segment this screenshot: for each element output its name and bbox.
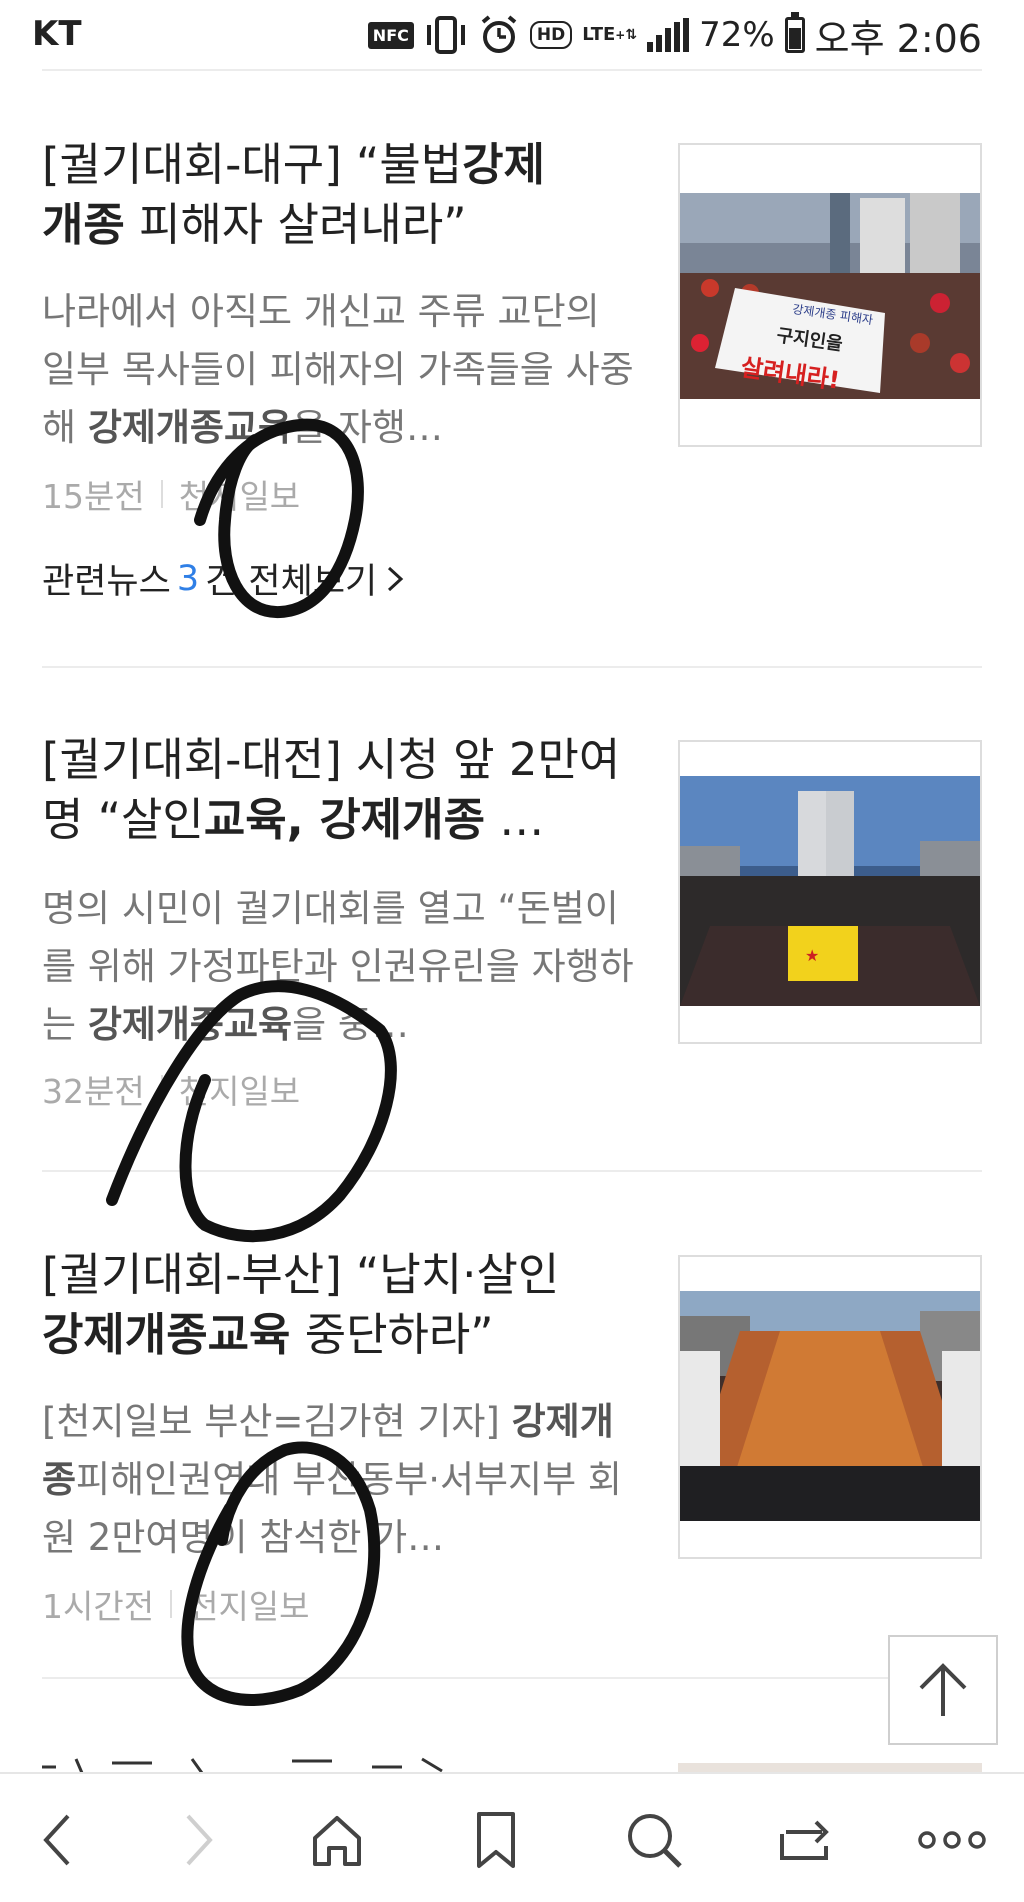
headline-text: 중단하라” — [290, 1308, 494, 1361]
news-item[interactable]: [궐기대회-부산] “납치·살인 강제개종교육 중단하라” [천지일보 부산=김… — [42, 1245, 982, 1655]
related-label: 관련뉴스 — [42, 562, 171, 602]
related-count: 3 — [176, 558, 200, 599]
chevron-right-icon — [388, 566, 404, 591]
clock: 오후 2:06 — [814, 16, 982, 61]
snippet-text: [천지일보 부산=김가현 기자] — [42, 1400, 512, 1443]
headline-keyword: 강제 — [462, 138, 545, 191]
meta-separator — [170, 1590, 173, 1618]
related-label: 건 전체보기 — [205, 562, 378, 602]
divider — [42, 666, 982, 668]
arrow-up-icon — [919, 1663, 967, 1716]
article-meta: 15분전 천지일보 — [42, 470, 300, 518]
nfc-icon: NFC — [367, 21, 414, 49]
home-icon — [313, 1816, 361, 1866]
lte-label: LTE — [582, 24, 616, 45]
tabs-button[interactable] — [765, 1800, 845, 1880]
search-button[interactable] — [614, 1800, 694, 1880]
carrier-label: KT — [32, 14, 82, 54]
thumbnail-caption: ★ — [805, 946, 819, 965]
related-news-link[interactable]: 관련뉴스 3 건 전체보기 — [42, 553, 409, 604]
timestamp: 32분전 — [42, 1072, 145, 1111]
source-name: 천지일보 — [178, 1072, 301, 1111]
tabs-icon — [780, 1820, 829, 1860]
more-icon — [918, 1831, 986, 1849]
news-item[interactable]: [궐기대회-대전] 시청 앞 2만여명 “살인교육, 강제개종 … 명의 시민이… — [42, 730, 982, 1140]
bottom-toolbar — [0, 1772, 1024, 1902]
headline-text: [궐기대회-부산] “납치·살인 — [42, 1248, 560, 1301]
source-name: 천지일보 — [178, 477, 301, 516]
headline-text: 피해자 살려내라” — [124, 198, 467, 251]
timestamp: 15분전 — [42, 477, 145, 516]
thumbnail[interactable]: ★ — [678, 740, 982, 1044]
snippet-text: 피해인권연대 부산동부·서부지부 회원 2만여명이 참석한 가… — [42, 1458, 622, 1559]
thumbnail-image — [680, 1291, 980, 1521]
scroll-top-button[interactable] — [888, 1635, 998, 1745]
thumbnail-image: ★ — [680, 776, 980, 1006]
snippet-text: 을 자행… — [292, 406, 443, 449]
headline[interactable]: [궐기대회-대구] “불법강제개종 피해자 살려내라” — [42, 135, 642, 255]
status-bar: KT NFC HD LTE + ⇅ 72% 오후 2:06 — [0, 0, 1024, 70]
back-button[interactable] — [18, 1800, 98, 1880]
headline[interactable]: [궐기대회-대전] 시청 앞 2만여명 “살인교육, 강제개종 … — [42, 730, 652, 850]
article-meta: 1시간전 천지일보 — [42, 1580, 310, 1628]
more-button[interactable] — [912, 1800, 992, 1880]
timestamp: 1시간전 — [42, 1587, 155, 1626]
snippet-keyword: 강제개종교육 — [87, 406, 293, 449]
signal-icon — [647, 18, 690, 52]
headline-text: [궐기대회-대구] “불법 — [42, 138, 463, 191]
forward-icon — [186, 1814, 213, 1866]
divider — [42, 1677, 982, 1679]
meta-separator — [160, 480, 163, 508]
meta-separator — [160, 1075, 163, 1103]
bookmark-button[interactable] — [456, 1800, 536, 1880]
bookmark-icon — [477, 1812, 515, 1868]
snippet-text: 을 중… — [292, 1003, 409, 1046]
source-name: 천지일보 — [188, 1587, 310, 1626]
snippet: 명의 시민이 궐기대회를 열고 “돈벌이를 위해 가정파탄과 인권유린을 자행하… — [42, 880, 642, 1054]
headline-keyword: 교육, 강제개종 — [203, 793, 485, 846]
search-icon — [628, 1814, 682, 1868]
battery-icon — [784, 12, 805, 53]
headline-text: … — [485, 793, 545, 846]
news-item[interactable]: [궐기대회-대구] “불법강제개종 피해자 살려내라” 나라에서 아직도 개신교… — [42, 135, 982, 605]
headline[interactable]: [궐기대회-부산] “납치·살인 강제개종교육 중단하라” — [42, 1245, 642, 1365]
back-icon — [43, 1814, 70, 1866]
snippet: [천지일보 부산=김가현 기자] 강제개종피해인권연대 부산동부·서부지부 회원… — [42, 1393, 642, 1567]
alarm-icon — [478, 14, 520, 56]
article-meta: 32분전 천지일보 — [42, 1065, 300, 1113]
thumbnail-image: 강제개종 피해자 구지인을 살려내라! — [680, 193, 980, 399]
home-button[interactable] — [297, 1800, 377, 1880]
divider — [42, 69, 982, 71]
battery-percent: 72% — [699, 15, 775, 55]
status-icons: NFC HD LTE + ⇅ 72% 오후 2:06 — [367, 10, 982, 61]
headline-keyword: 강제개종교육 — [42, 1308, 291, 1361]
headline-keyword: 개종 — [42, 198, 125, 251]
divider — [42, 1170, 982, 1172]
thumbnail[interactable] — [678, 1255, 982, 1559]
thumbnail[interactable]: 강제개종 피해자 구지인을 살려내라! — [678, 143, 982, 447]
hd-voice-icon: HD — [529, 21, 573, 49]
vibrate-icon — [424, 15, 468, 55]
lte-icon: LTE + ⇅ — [582, 24, 638, 45]
forward-button[interactable] — [158, 1800, 238, 1880]
snippet: 나라에서 아직도 개신교 주류 교단의 일부 목사들이 피해자의 가족들을 사중… — [42, 283, 642, 457]
snippet-keyword: 강제개종교육 — [87, 1003, 293, 1046]
